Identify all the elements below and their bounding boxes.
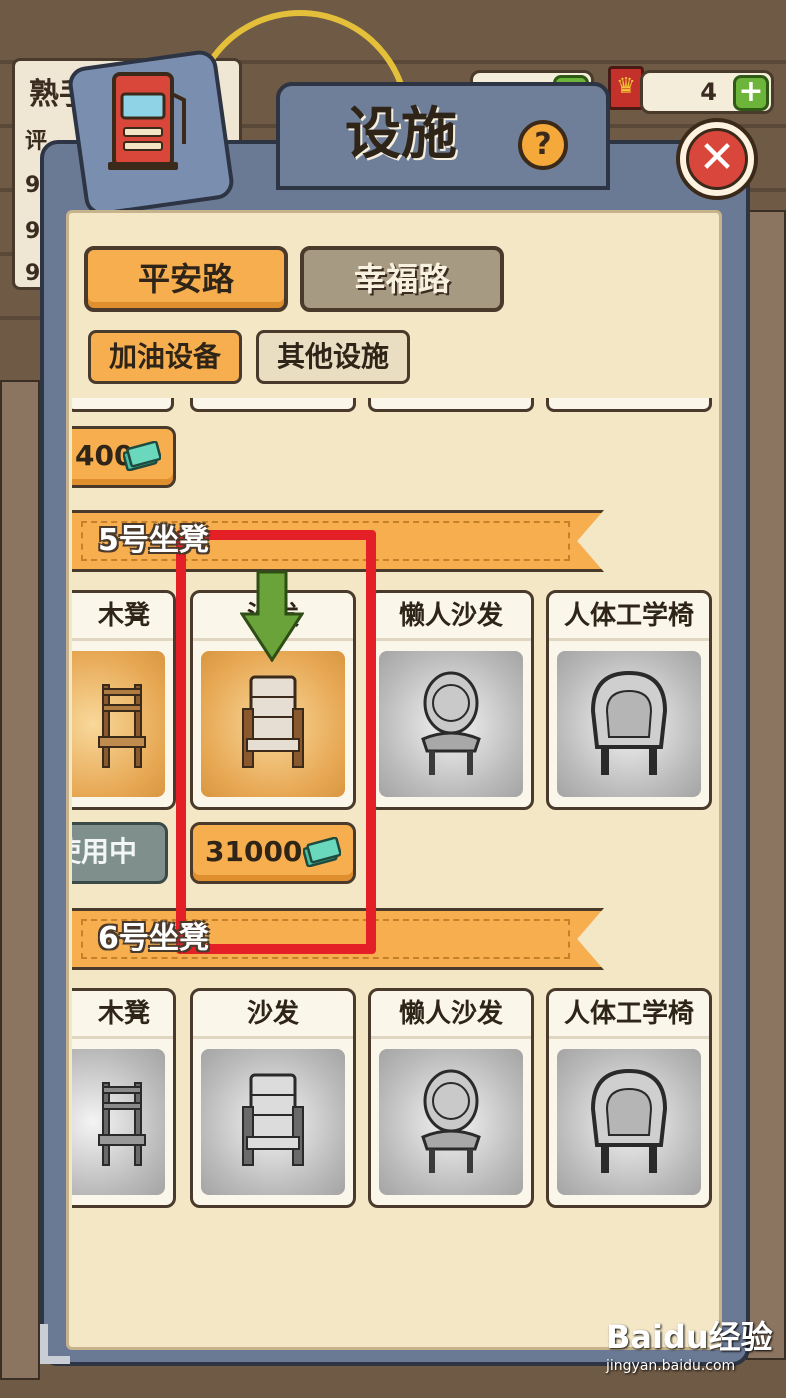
card-edge [368,398,534,412]
corner-decoration [40,1324,70,1364]
close-button[interactable]: ✕ [676,118,758,200]
down-arrow-icon [240,570,304,662]
item-name: 人体工学椅 [549,991,709,1039]
level-counter: 4 + [640,70,774,114]
watermark-url: jingyan.baidu.com [606,1358,736,1374]
add-level-button[interactable]: + [733,75,769,111]
item-image [557,651,701,797]
item-card-sofa[interactable]: 沙发 [190,988,356,1208]
wooden-chair-icon [98,684,146,768]
panel-title: 设施 [345,102,457,167]
help-button[interactable]: ? [518,120,568,170]
section-title: 5号坐凳 [98,523,209,558]
item-card-ergonomic-chair[interactable]: 人体工学椅 [546,988,712,1208]
close-icon: ✕ [686,128,748,190]
item-card-lazy-sofa[interactable]: 懒人沙发 [368,988,534,1208]
buy-button[interactable]: 400 [72,426,176,488]
player-stat-row: 9 [25,173,41,198]
tab-other-facilities[interactable]: 其他设施 [256,330,410,384]
tab-fuel-equipment[interactable]: 加油设备 [88,330,242,384]
card-edge [72,398,174,412]
item-image [72,651,165,797]
lazy-sofa-icon [421,1069,481,1173]
facility-list[interactable]: 400 5号坐凳 木凳 沙发 [72,398,716,1326]
level-value: 4 [700,78,717,106]
watermark: Baidu经验 jingyan.baidu.com [606,1312,776,1388]
card-edge [190,398,356,412]
item-name: 沙发 [193,991,353,1039]
card-edge [546,398,712,412]
ergonomic-chair-icon [590,1068,668,1173]
item-card-lazy-sofa[interactable]: 懒人沙发 [368,590,534,810]
lazy-sofa-icon [421,671,481,775]
in-use-status: 使用中 [72,822,168,884]
player-stat-row: 9 [25,219,41,244]
wooden-chair-icon [98,1082,146,1166]
background-building-right [746,210,786,1360]
cash-icon [123,441,161,471]
watermark-logo: Baidu经验 [606,1318,773,1356]
fuel-pump-icon [108,72,186,170]
item-image [379,651,523,797]
item-name: 人体工学椅 [549,593,709,641]
sofa-chair-icon [242,1073,304,1166]
ergonomic-chair-icon [590,670,668,775]
tab-pingan-road[interactable]: 平安路 [84,246,288,312]
item-name: 懒人沙发 [371,593,531,641]
item-image [201,1049,345,1195]
item-name: 木凳 [72,593,173,641]
item-image [379,1049,523,1195]
background-building-left [0,380,40,1380]
crown-badge-icon: ♛ [608,66,644,110]
player-stat-row: 9 [25,261,41,286]
item-image [72,1049,165,1195]
in-use-label: 使用中 [72,835,138,868]
item-name: 懒人沙发 [371,991,531,1039]
item-card-wooden-stool[interactable]: 木凳 [72,988,176,1208]
item-card-wooden-stool[interactable]: 木凳 [72,590,176,810]
item-card-ergonomic-chair[interactable]: 人体工学椅 [546,590,712,810]
tab-xingfu-road[interactable]: 幸福路 [300,246,504,312]
item-name: 木凳 [72,991,173,1039]
section-title: 6号坐凳 [98,921,209,956]
item-image [557,1049,701,1195]
